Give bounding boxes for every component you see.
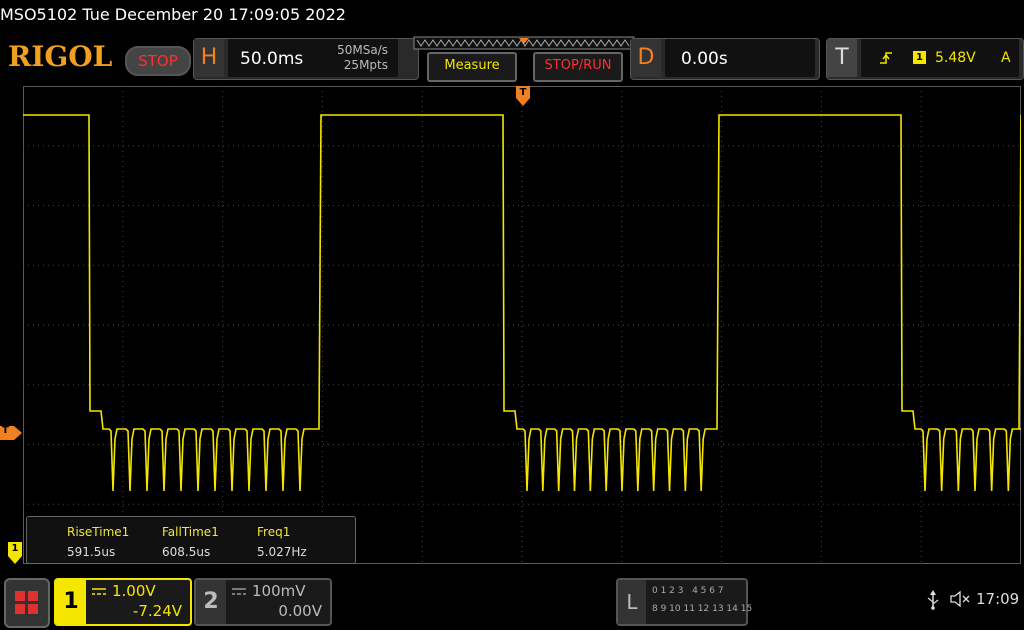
sample-rate: 50MSa/s: [337, 43, 388, 57]
stop-run-button[interactable]: STOP/RUN: [533, 52, 623, 82]
meas-value-falltime: 608.5us: [162, 545, 211, 559]
trigger-readout: 1 5.48V A: [861, 39, 1019, 77]
usb-icon: [927, 590, 939, 610]
waveform-display[interactable]: [23, 86, 1021, 564]
channel1-box[interactable]: 1 1.00V -7.24V: [54, 578, 192, 626]
delay-value: 0.00s: [681, 49, 728, 69]
trigger-level: 5.48V: [935, 50, 976, 66]
channel2-number: 2: [196, 580, 226, 624]
rigol-logo: RIGOL: [8, 40, 113, 73]
memory-depth: 25Mpts: [343, 58, 388, 72]
rising-edge-icon: [880, 52, 892, 64]
window-title: MSO5102 Tue December 20 17:09:05 2022: [0, 5, 346, 24]
trigger-mode: A: [1001, 50, 1011, 66]
meas-label-falltime: FallTime1: [162, 525, 219, 539]
main-menu-button[interactable]: [4, 578, 50, 628]
meas-label-freq: Freq1: [257, 525, 291, 539]
grid-menu-icon: [15, 591, 38, 614]
meas-value-risetime: 591.5us: [67, 545, 116, 559]
measure-button[interactable]: Measure: [427, 52, 517, 82]
meas-label-risetime: RiseTime1: [67, 525, 130, 539]
channel2-offset: 0.00V: [278, 602, 322, 620]
logic-letter: L: [618, 580, 646, 624]
horizontal-letter: H: [194, 39, 224, 77]
trigger-level-marker[interactable]: T: [0, 425, 22, 440]
graticule: [23, 86, 1021, 564]
measurement-panel[interactable]: RiseTime1 591.5us FallTime1 608.5us Freq…: [26, 516, 356, 564]
channel1-offset: -7.24V: [132, 602, 182, 620]
delay-panel[interactable]: D 0.00s: [630, 38, 820, 80]
run-status-badge[interactable]: STOP: [125, 46, 191, 76]
clock: 17:09: [976, 590, 1020, 608]
logic-channels-row2: 8 9 10 11 12 13 14 15: [652, 604, 753, 614]
trigger-panel[interactable]: T 1 5.48V A: [826, 38, 1024, 80]
logic-analyzer-box[interactable]: L 0 1 2 3 4 5 6 7 8 9 10 11 12 13 14 15: [616, 578, 752, 626]
timebase-value: 50.0ms: [240, 49, 304, 69]
dc-coupling-icon: [92, 588, 106, 595]
channel1-number: 1: [56, 580, 86, 624]
dc-coupling-icon: [232, 588, 246, 595]
channel1-offset-marker[interactable]: 1: [8, 542, 22, 564]
channel2-scale: 100mV: [252, 582, 306, 600]
logic-channels-row1: 0 1 2 3 4 5 6 7: [652, 586, 724, 596]
trigger-position-strip: [413, 36, 635, 50]
channel2-box[interactable]: 2 100mV 0.00V: [194, 578, 332, 626]
horizontal-readout: 50.0ms 50MSa/s 25Mpts: [228, 39, 398, 77]
delay-readout: 0.00s: [665, 39, 815, 77]
delay-letter: D: [631, 39, 661, 77]
trigger-time-marker[interactable]: T: [516, 86, 530, 108]
horizontal-panel[interactable]: H 50.0ms 50MSa/s 25Mpts: [193, 38, 419, 80]
trigger-letter: T: [827, 39, 857, 77]
speaker-muted-icon[interactable]: [950, 590, 970, 608]
channel1-scale: 1.00V: [112, 582, 156, 600]
trigger-source-badge: 1: [913, 51, 926, 64]
meas-value-freq: 5.027Hz: [257, 545, 307, 559]
